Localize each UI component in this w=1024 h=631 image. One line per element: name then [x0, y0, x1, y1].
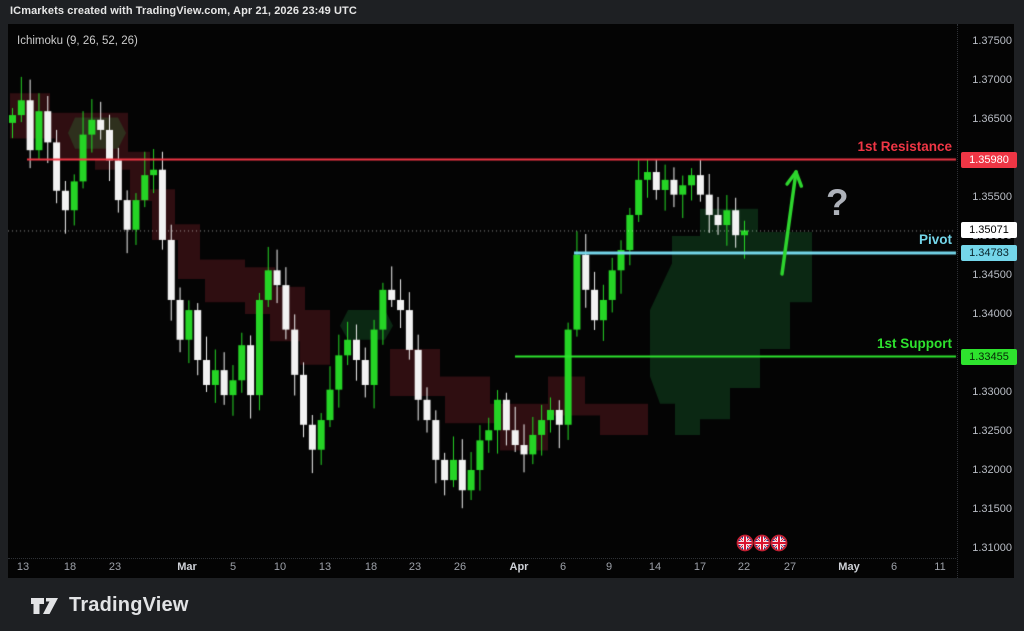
time-axis-label[interactable]: 5	[213, 561, 253, 573]
time-axis-label[interactable]: 10	[260, 561, 300, 573]
price-axis-tick[interactable]: 1.33000	[960, 386, 1012, 398]
footer-bar: TradingView	[0, 580, 1024, 631]
price-axis-tick[interactable]: 1.34000	[960, 308, 1012, 320]
time-axis-label[interactable]: 13	[3, 561, 43, 573]
time-axis-label[interactable]: 23	[95, 561, 135, 573]
tradingview-chart-screenshot: ICmarkets created with TradingView.com, …	[0, 0, 1024, 631]
level-label: 1st Support	[877, 336, 952, 351]
price-axis-tick[interactable]: 1.35500	[960, 191, 1012, 203]
price-axis-tick[interactable]: 1.31000	[960, 542, 1012, 554]
title-bar: ICmarkets created with TradingView.com, …	[0, 0, 1024, 24]
time-axis-label[interactable]: Mar	[167, 561, 207, 573]
tradingview-logo-icon	[30, 594, 60, 618]
level-price-tag: 1.34783	[961, 245, 1017, 261]
time-axis-label[interactable]: 14	[635, 561, 675, 573]
uk-flag-icon[interactable]	[753, 534, 771, 552]
price-axis-tick[interactable]: 1.36500	[960, 113, 1012, 125]
uk-flag-icon[interactable]	[736, 534, 754, 552]
price-axis-tick[interactable]: 1.37000	[960, 74, 1012, 86]
price-axis-tick[interactable]: 1.34500	[960, 269, 1012, 281]
event-flags-group	[736, 534, 787, 552]
level-label: 1st Resistance	[857, 139, 952, 154]
price-axis-tick[interactable]: 1.31500	[960, 503, 1012, 515]
time-axis-label[interactable]: 6	[874, 561, 914, 573]
time-axis-label[interactable]: 26	[440, 561, 480, 573]
last-price-tag: 1.35071	[961, 222, 1017, 238]
uk-flag-icon[interactable]	[770, 534, 788, 552]
tradingview-wordmark: TradingView	[69, 594, 189, 617]
time-axis-label[interactable]: 9	[589, 561, 629, 573]
chart-panel: Ichimoku (9, 26, 52, 26) 1.375001.370001…	[8, 24, 1014, 578]
time-axis-label[interactable]: 18	[50, 561, 90, 573]
price-axis-tick[interactable]: 1.32000	[960, 464, 1012, 476]
time-axis-label[interactable]: 23	[395, 561, 435, 573]
time-axis-label[interactable]: 17	[680, 561, 720, 573]
time-axis-label[interactable]: 22	[724, 561, 764, 573]
time-axis-label[interactable]: 6	[543, 561, 583, 573]
chart-overlay: 1.375001.370001.365001.355001.350001.345…	[8, 24, 1014, 578]
level-price-tag: 1.35980	[961, 152, 1017, 168]
time-axis-label[interactable]: 11	[920, 561, 960, 573]
tradingview-logo[interactable]	[30, 594, 60, 618]
time-axis-label[interactable]: 27	[770, 561, 810, 573]
level-price-tag: 1.33455	[961, 349, 1017, 365]
time-axis-label[interactable]: Apr	[499, 561, 539, 573]
indicator-legend: Ichimoku (9, 26, 52, 26)	[17, 35, 138, 47]
price-axis-tick[interactable]: 1.32500	[960, 425, 1012, 437]
question-mark-annotation: ?	[826, 182, 849, 224]
chart-title: ICmarkets created with TradingView.com, …	[10, 5, 357, 17]
time-axis-label[interactable]: May	[829, 561, 869, 573]
time-axis-label[interactable]: 13	[305, 561, 345, 573]
price-axis-tick[interactable]: 1.37500	[960, 35, 1012, 47]
time-axis-label[interactable]: 18	[351, 561, 391, 573]
level-label: Pivot	[919, 232, 952, 247]
